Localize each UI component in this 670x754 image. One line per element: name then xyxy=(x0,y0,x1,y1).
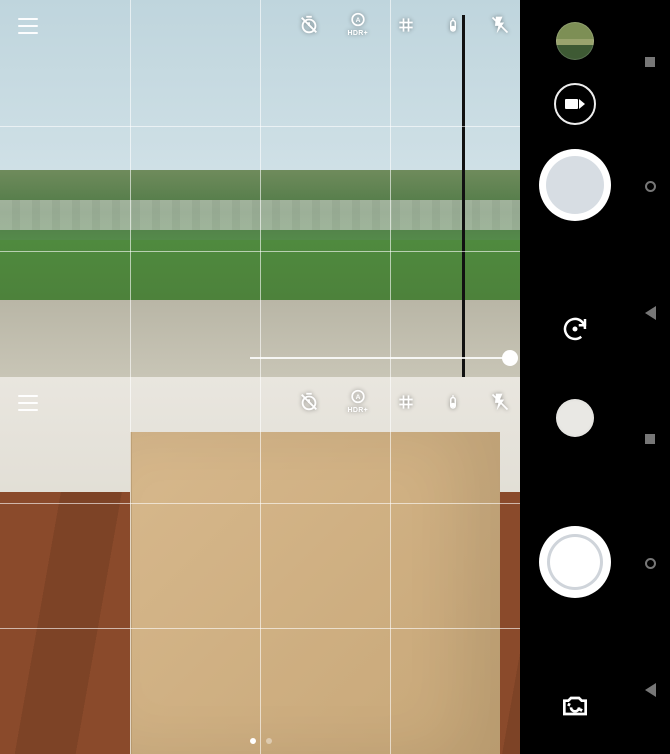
timer-off-icon[interactable] xyxy=(298,391,320,413)
svg-text:A: A xyxy=(355,394,360,401)
hdr-label: HDR+ xyxy=(348,30,368,37)
hdr-auto-icon[interactable]: A HDR+ xyxy=(348,389,368,414)
grid-icon[interactable] xyxy=(396,392,416,412)
nav-back-icon[interactable] xyxy=(645,683,656,697)
camera-screenshot-2: A HDR+ xyxy=(0,377,670,754)
control-strip xyxy=(520,377,630,754)
switch-camera-button[interactable] xyxy=(555,686,595,726)
page-dot-active xyxy=(250,738,256,744)
control-strip xyxy=(520,0,630,377)
flash-off-icon[interactable] xyxy=(490,391,510,413)
nav-home-icon[interactable] xyxy=(645,558,656,569)
white-balance-icon[interactable] xyxy=(444,14,462,36)
menu-button[interactable] xyxy=(18,395,38,411)
nav-home-icon[interactable] xyxy=(645,181,656,192)
system-nav-bar xyxy=(630,0,670,377)
nav-recent-icon[interactable] xyxy=(645,57,655,67)
white-balance-icon[interactable] xyxy=(444,391,462,413)
hdr-auto-icon[interactable]: A HDR+ xyxy=(348,12,368,37)
top-settings-row: A HDR+ xyxy=(298,12,510,37)
shutter-button[interactable] xyxy=(539,149,611,221)
flash-off-icon[interactable] xyxy=(490,14,510,36)
page-dot xyxy=(266,738,272,744)
mode-page-indicator xyxy=(250,738,272,744)
svg-text:A: A xyxy=(355,17,360,24)
shutter-button[interactable] xyxy=(539,526,611,598)
video-icon xyxy=(565,99,585,109)
nav-recent-icon[interactable] xyxy=(645,434,655,444)
grid-icon[interactable] xyxy=(396,15,416,35)
video-mode-button[interactable] xyxy=(554,83,596,125)
hdr-label: HDR+ xyxy=(348,407,368,414)
system-nav-bar xyxy=(630,377,670,754)
gallery-thumbnail[interactable] xyxy=(556,22,594,60)
exposure-slider-knob[interactable] xyxy=(502,350,518,366)
nav-back-icon[interactable] xyxy=(645,306,656,320)
timer-off-icon[interactable] xyxy=(298,14,320,36)
top-settings-row: A HDR+ xyxy=(298,389,510,414)
gallery-thumbnail[interactable] xyxy=(556,399,594,437)
camera-screenshot-1: A HDR+ xyxy=(0,0,670,377)
menu-button[interactable] xyxy=(18,18,38,34)
switch-camera-button[interactable] xyxy=(555,309,595,349)
exposure-slider[interactable] xyxy=(250,357,510,359)
